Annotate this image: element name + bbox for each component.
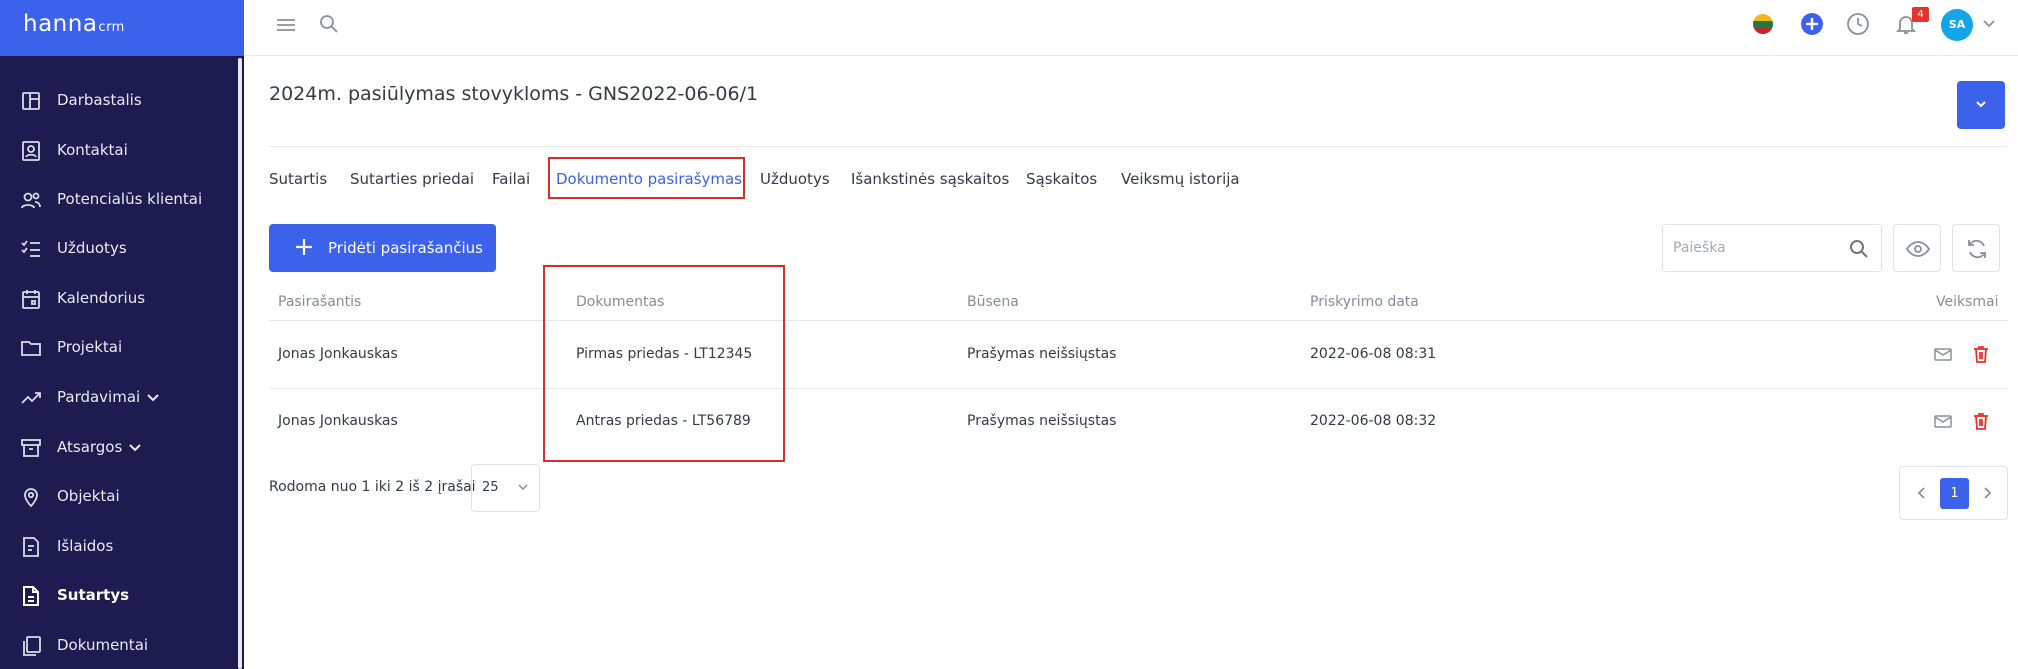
chevron-down-icon xyxy=(1976,101,1986,108)
sidebar-item-label: Išlaidos xyxy=(57,537,114,555)
refresh-icon xyxy=(1968,239,1986,259)
clock-icon[interactable] xyxy=(1846,12,1870,36)
tab-sutarties-priedai[interactable]: Sutarties priedai xyxy=(350,170,474,188)
status-cell: Prašymas neišsiųstas xyxy=(967,413,1117,429)
column-header-status: Būsena xyxy=(967,294,1019,310)
sidebar-item-objektai[interactable]: Objektai xyxy=(0,477,236,517)
highlight-box xyxy=(548,157,745,199)
actions-dropdown-button[interactable] xyxy=(1957,81,2005,129)
lt-flag-icon[interactable] xyxy=(1752,13,1774,35)
date-cell: 2022-06-08 08:32 xyxy=(1310,413,1437,429)
sidebar-item-label: Atsargos xyxy=(57,438,123,456)
signer-cell: Jonas Jonkauskas xyxy=(278,346,398,362)
folder-icon xyxy=(21,341,41,356)
sidebar-item-label: Potencialūs klientai xyxy=(57,190,203,208)
page-number-current[interactable]: 1 xyxy=(1940,478,1969,509)
menu-icon[interactable] xyxy=(276,16,296,34)
tab-uzduotys[interactable]: Užduotys xyxy=(760,170,830,188)
page-title: 2024m. pasiūlymas stovykloms - GNS2022-0… xyxy=(269,83,759,105)
logo[interactable]: hannacrm xyxy=(0,0,244,56)
sidebar-item-label: Darbastalis xyxy=(57,91,142,109)
divider xyxy=(269,320,2007,321)
calendar-icon xyxy=(22,290,40,309)
per-page-select[interactable]: 25 xyxy=(471,464,540,512)
tab-sutartis[interactable]: Sutartis xyxy=(269,170,327,188)
chevron-down-icon xyxy=(518,484,528,491)
sidebar-item-projektai[interactable]: Projektai xyxy=(0,328,236,368)
leads-icon xyxy=(21,192,41,209)
send-request-icon[interactable] xyxy=(1933,344,1953,364)
documents-icon xyxy=(23,636,41,656)
status-cell: Prašymas neišsiųstas xyxy=(967,346,1117,362)
pagination-info: Rodoma nuo 1 iki 2 iš 2 įrašai xyxy=(269,479,476,495)
chevron-down-icon xyxy=(129,444,141,452)
brand-name: hannacrm xyxy=(23,11,125,37)
tab-failai[interactable]: Failai xyxy=(492,170,530,188)
sidebar-item-label: Kalendorius xyxy=(57,289,146,307)
chevron-right-icon[interactable] xyxy=(1981,485,1993,501)
sidebar: hannacrm Darbastalis Kontaktai Potencial… xyxy=(0,0,244,669)
plus-icon xyxy=(296,239,312,255)
app-root: hannacrm Darbastalis Kontaktai Potencial… xyxy=(0,0,2018,669)
inventory-icon xyxy=(21,439,41,457)
contract-icon xyxy=(23,586,39,606)
sidebar-item-uzduotys[interactable]: Užduotys xyxy=(0,229,236,269)
chevron-left-icon[interactable] xyxy=(1916,485,1928,501)
dashboard-icon xyxy=(22,92,40,110)
sidebar-item-kalendorius[interactable]: Kalendorius xyxy=(0,279,236,319)
contacts-icon xyxy=(22,141,40,161)
divider xyxy=(269,388,2007,389)
delete-icon[interactable] xyxy=(1971,344,1991,364)
sidebar-item-label: Projektai xyxy=(57,338,123,356)
search-field xyxy=(1662,224,1882,272)
sidebar-item-label: Sutartys xyxy=(57,586,130,604)
expenses-icon xyxy=(23,537,39,557)
search-icon[interactable] xyxy=(319,14,339,34)
add-signers-button[interactable]: Pridėti pasirašančius xyxy=(269,224,496,272)
highlight-box xyxy=(543,265,785,462)
avatar[interactable]: SA xyxy=(1941,9,1973,41)
sales-icon xyxy=(21,392,41,404)
sidebar-item-sutartys[interactable]: Sutartys xyxy=(0,576,236,616)
divider xyxy=(269,146,2007,147)
sidebar-item-pardavimai[interactable]: Pardavimai xyxy=(0,378,236,418)
sidebar-item-potencialus-klientai[interactable]: Potencialūs klientai xyxy=(0,180,236,220)
search-input[interactable] xyxy=(1673,237,1843,259)
chevron-down-icon[interactable] xyxy=(1982,18,1996,30)
toggle-columns-button[interactable] xyxy=(1893,224,1941,272)
column-header-signer: Pasirašantis xyxy=(278,294,362,310)
eye-icon xyxy=(1906,241,1930,257)
sidebar-item-label: Objektai xyxy=(57,487,120,505)
sidebar-item-darbastalis[interactable]: Darbastalis xyxy=(0,81,236,121)
sidebar-item-dokumentai[interactable]: Dokumentai xyxy=(0,626,236,666)
sidebar-item-label: Pardavimai xyxy=(57,388,141,406)
sidebar-item-label: Kontaktai xyxy=(57,141,128,159)
location-pin-icon xyxy=(24,488,38,508)
pagination: 1 xyxy=(1899,466,2008,520)
add-signers-label: Pridėti pasirašančius xyxy=(328,239,483,257)
sidebar-scrollbar[interactable] xyxy=(238,58,242,669)
add-circle-icon[interactable] xyxy=(1800,12,1824,36)
sidebar-item-label: Dokumentai xyxy=(57,636,149,654)
delete-icon[interactable] xyxy=(1971,411,1991,431)
tab-saskaitos[interactable]: Sąskaitos xyxy=(1026,170,1097,188)
date-cell: 2022-06-08 08:31 xyxy=(1310,346,1437,362)
search-icon[interactable] xyxy=(1849,239,1869,259)
column-header-date: Priskyrimo data xyxy=(1310,294,1419,310)
sidebar-item-label: Užduotys xyxy=(57,239,127,257)
sidebar-item-islaidos[interactable]: Išlaidos xyxy=(0,527,236,567)
send-request-icon[interactable] xyxy=(1933,411,1953,431)
chevron-down-icon xyxy=(147,394,159,402)
column-header-actions: Veiksmai xyxy=(1936,294,1999,310)
refresh-button[interactable] xyxy=(1952,224,2000,272)
tab-isankstines-saskaitos[interactable]: Išankstinės sąskaitos xyxy=(851,170,1009,188)
sidebar-item-atsargos[interactable]: Atsargos xyxy=(0,428,236,468)
sidebar-item-kontaktai[interactable]: Kontaktai xyxy=(0,131,236,171)
signer-cell: Jonas Jonkauskas xyxy=(278,413,398,429)
tasks-icon xyxy=(21,240,40,257)
tab-veiksmu-istorija[interactable]: Veiksmų istorija xyxy=(1121,170,1240,188)
notification-badge: 4 xyxy=(1912,7,1929,22)
per-page-value: 25 xyxy=(482,480,499,495)
